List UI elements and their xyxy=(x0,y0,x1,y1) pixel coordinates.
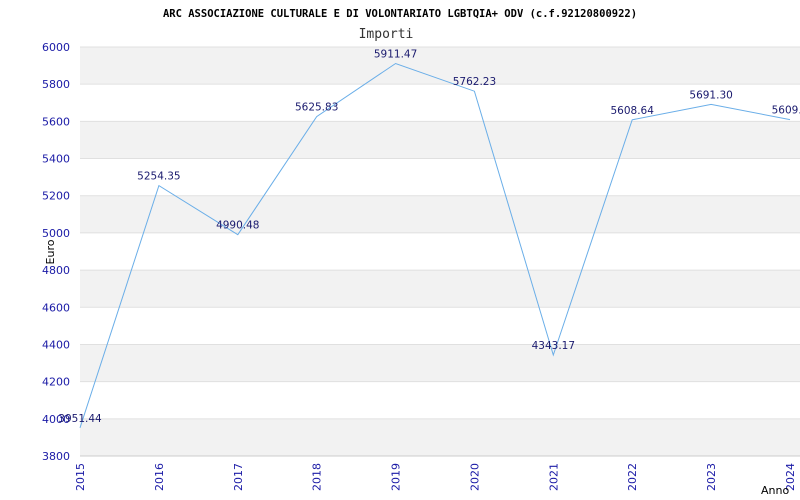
x-tick-label: 2021 xyxy=(547,463,560,491)
y-tick-label: 5400 xyxy=(42,153,70,166)
grid-band xyxy=(80,418,800,456)
x-tick-label: 2020 xyxy=(468,463,481,491)
x-tick-label: 2016 xyxy=(153,463,166,491)
y-tick-label: 5800 xyxy=(42,78,70,91)
data-label: 5762.23 xyxy=(453,76,496,88)
chart-title: ARC ASSOCIAZIONE CULTURALE E DI VOLONTAR… xyxy=(163,8,637,20)
chart-subtitle: Importi xyxy=(359,27,414,42)
y-tick-label: 5200 xyxy=(42,190,70,203)
data-label: 5911.47 xyxy=(374,48,417,60)
data-label: 4990.48 xyxy=(216,220,259,232)
y-tick-label: 4600 xyxy=(42,301,70,314)
grid-band xyxy=(80,344,800,382)
x-tick-label: 2019 xyxy=(390,463,403,491)
y-axis-label: Euro xyxy=(44,239,57,264)
x-tick-labels: 2015 2016 2017 2018 2019 2020 2021 2022 2023 2024 xyxy=(74,463,797,491)
y-tick-label: 5000 xyxy=(42,227,70,240)
data-label: 3951.44 xyxy=(58,413,102,425)
x-tick-label: 2022 xyxy=(626,463,639,491)
y-tick-label: 4800 xyxy=(42,264,70,277)
x-tick-label: 2015 xyxy=(74,463,87,491)
x-tick-label: 2018 xyxy=(311,463,324,491)
data-label: 5608.64 xyxy=(611,105,655,117)
line-chart: ARC ASSOCIAZIONE CULTURALE E DI VOLONTAR… xyxy=(42,8,800,497)
data-label: 5625.83 xyxy=(295,102,338,114)
grid-band xyxy=(80,270,800,308)
x-tick-label: 2017 xyxy=(232,463,245,491)
data-label: 5609.5 xyxy=(772,105,800,117)
data-label: 5691.30 xyxy=(689,89,732,101)
x-tick-label: 2023 xyxy=(705,463,718,491)
data-label: 5254.35 xyxy=(137,171,180,183)
y-tick-label: 5600 xyxy=(42,115,70,128)
grid-band xyxy=(80,121,800,159)
y-tick-label: 3800 xyxy=(42,450,70,463)
y-tick-label: 4400 xyxy=(42,338,70,351)
y-tick-label: 4200 xyxy=(42,376,70,389)
y-tick-label: 6000 xyxy=(42,41,70,54)
x-axis-label: Anno xyxy=(761,484,789,497)
data-label: 4343.17 xyxy=(532,340,575,352)
grid-band xyxy=(80,195,800,233)
